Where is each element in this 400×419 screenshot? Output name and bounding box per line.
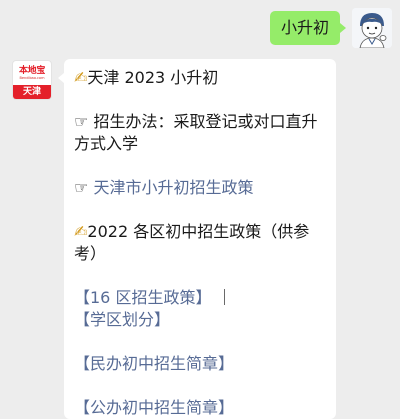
policy-line: ☞ 天津市小升初招生政策 [74,177,326,199]
writing-hand-icon: ✍ [74,68,88,87]
message-title: ✍天津 2023 小升初 [74,67,326,89]
district-links: 【16 区招生政策】 ｜ 【学区划分】 [74,287,326,331]
outgoing-text: 小升初 [280,18,329,37]
incoming-bubble: ✍天津 2023 小升初 ☞ 招生办法：采取登记或对口直升方式入学 ☞ 天津市小… [58,59,336,419]
link-separator: ｜ [216,288,233,307]
user-avatar[interactable] [352,8,392,48]
district-heading: ✍2022 各区初中招生政策（供参考） [74,221,326,265]
brand-avatar[interactable]: 本地宝 Bendibao.com 天津 [12,60,52,100]
public-school-link[interactable]: 【公办初中招生简章】 [74,398,234,417]
writing-hand-icon: ✍ [74,222,88,241]
district-text: 2022 各区初中招生政策（供参考） [74,222,310,263]
title-text: 天津 2023 小升初 [87,68,219,87]
brand-logo: 本地宝 [18,65,46,76]
school-zone-link[interactable]: 【学区划分】 [74,310,170,329]
method-text: 招生办法：采取登记或对口直升方式入学 [74,112,318,153]
private-line: 【民办初中招生简章】 [74,353,326,375]
private-school-link[interactable]: 【民办初中招生简章】 [74,354,234,373]
admission-method: ☞ 招生办法：采取登记或对口直升方式入学 [74,111,326,155]
pointing-hand-icon: ☞ [74,178,89,197]
brand-logo-area: 本地宝 Bendibao.com [13,61,51,85]
policy-link[interactable]: 天津市小升初招生政策 [93,178,253,197]
public-line: 【公办初中招生简章】 [74,397,326,419]
brand-city: 天津 [13,85,51,99]
cartoon-avatar-icon [352,8,392,48]
outgoing-bubble[interactable]: 小升初 [269,11,347,45]
pointing-hand-icon: ☞ [74,112,89,131]
brand-url: Bendibao.com [19,75,45,80]
district-policy-link[interactable]: 【16 区招生政策】 [74,288,211,307]
outgoing-message: 小升初 [269,8,392,48]
